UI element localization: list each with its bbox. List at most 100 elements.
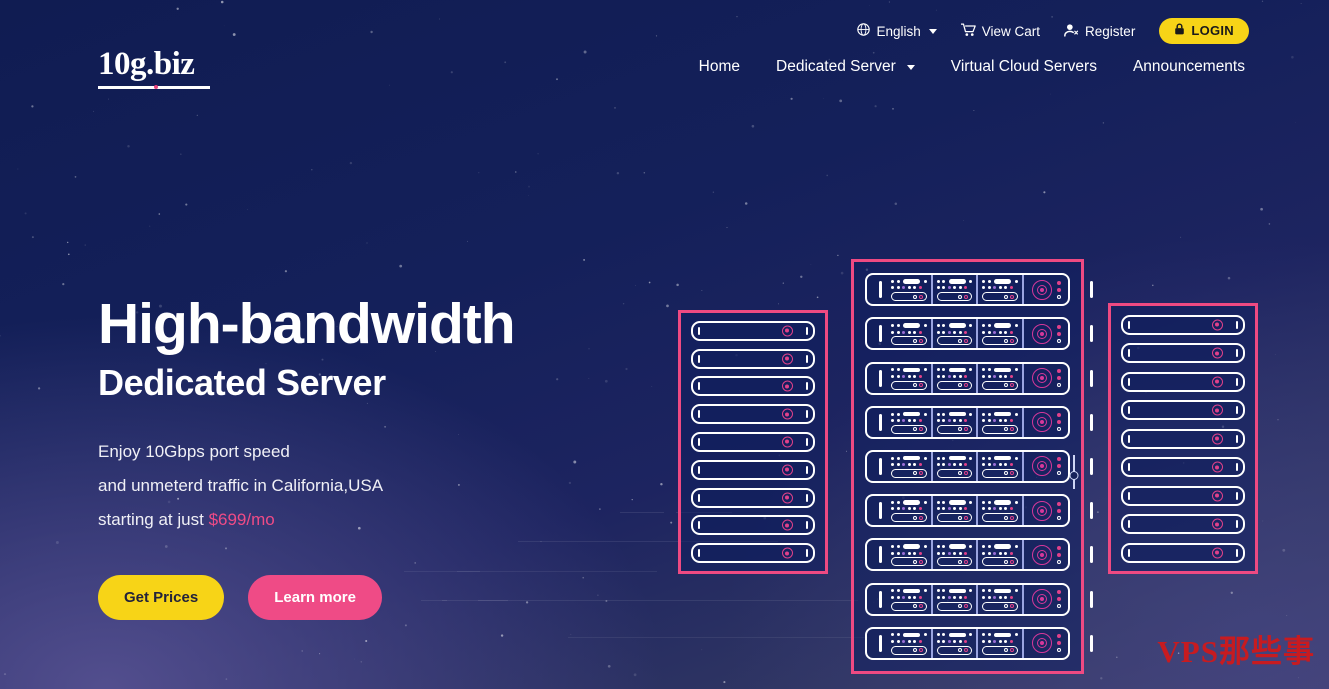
server-bay: [931, 363, 978, 393]
site-logo[interactable]: 10g.biz: [98, 48, 210, 89]
fan-icon: [1031, 279, 1052, 300]
server-unit: [1121, 314, 1245, 335]
server-bay: [887, 363, 932, 393]
server-unit: [865, 538, 1093, 572]
lock-icon: [1174, 23, 1185, 38]
server-dial-icon: [1211, 404, 1223, 416]
get-prices-button[interactable]: Get Prices: [98, 574, 225, 620]
language-selector[interactable]: English: [857, 23, 937, 39]
drive-slot: [891, 513, 927, 523]
register-link[interactable]: Register: [1064, 23, 1135, 40]
server-unit: [691, 376, 815, 397]
led-row: [891, 632, 927, 638]
main-navigation: Home Dedicated Server Virtual Cloud Serv…: [699, 58, 1245, 76]
rack-handle: [1089, 546, 1093, 564]
fan-module: [1022, 584, 1085, 614]
server-bays: [887, 275, 1023, 305]
rack-handle: [1089, 634, 1093, 652]
nav-item-dedicated-server[interactable]: Dedicated Server: [776, 58, 915, 76]
led-row: [936, 279, 973, 284]
fan-icon: [1031, 412, 1052, 433]
led-row: [982, 544, 1018, 549]
server-bay: [931, 540, 978, 570]
fan-icon: [1031, 589, 1052, 609]
nav-label: Dedicated Server: [776, 58, 896, 75]
led-row: [891, 455, 927, 461]
rack-handle: [879, 325, 883, 343]
led-row: [891, 367, 927, 373]
server-unit: [865, 273, 1093, 307]
server-bay: [887, 319, 932, 349]
server-unit: [691, 348, 815, 369]
globe-icon: [857, 23, 871, 39]
server-unit: [691, 515, 815, 536]
nav-item-virtual-cloud-servers[interactable]: Virtual Cloud Servers: [951, 58, 1097, 76]
server-bay: [887, 628, 932, 658]
led-row: [982, 463, 1018, 467]
fan-module: [1022, 628, 1085, 658]
led-row: [891, 595, 927, 599]
status-dots: [1056, 545, 1061, 564]
server-unit: [865, 449, 1093, 483]
view-cart-link[interactable]: View Cart: [960, 23, 1040, 40]
led-row: [982, 588, 1018, 593]
rack-handle: [1089, 281, 1093, 299]
fan-module: [1022, 275, 1085, 305]
server-dial-icon: [781, 325, 793, 337]
led-row: [982, 411, 1018, 417]
fan-icon: [1031, 456, 1052, 477]
server-bay: [977, 540, 1023, 570]
server-bay: [887, 584, 932, 614]
server-bay: [977, 451, 1023, 481]
server-unit: [1121, 457, 1245, 477]
server-bays: [887, 540, 1023, 570]
led-row: [891, 411, 927, 417]
server-bay: [931, 628, 978, 658]
drive-slot: [891, 424, 927, 434]
server-dial-icon: [781, 519, 793, 531]
drive-slot: [891, 292, 927, 302]
watermark: VPS那些事: [1157, 634, 1315, 669]
nav-label: Announcements: [1132, 58, 1245, 75]
status-dots: [1056, 280, 1061, 299]
led-row: [936, 367, 973, 373]
drive-slot: [982, 557, 1018, 567]
server-unit: [1121, 400, 1245, 420]
led-row: [936, 551, 973, 555]
led-row: [936, 323, 973, 328]
led-row: [982, 374, 1018, 378]
rack-handle: [879, 590, 883, 608]
server-bay: [887, 496, 932, 526]
learn-more-button[interactable]: Learn more: [248, 574, 382, 620]
drive-slot: [936, 292, 973, 302]
server-bays: [887, 319, 1023, 349]
nav-label: Virtual Cloud Servers: [950, 58, 1097, 75]
nav-item-home[interactable]: Home: [699, 58, 740, 76]
led-row: [891, 507, 927, 511]
drive-slot: [891, 557, 927, 567]
led-row: [891, 279, 927, 284]
rack-handle: [1089, 590, 1093, 608]
chevron-down-icon: [906, 64, 915, 70]
login-button[interactable]: LOGIN: [1159, 18, 1249, 44]
led-row: [891, 323, 927, 328]
server-bays: [887, 496, 1023, 526]
drive-slot: [982, 645, 1018, 655]
fan-module: [1022, 363, 1085, 393]
drive-slot: [982, 513, 1018, 523]
nav-item-announcements[interactable]: Announcements: [1133, 58, 1245, 76]
led-row: [982, 323, 1018, 328]
led-row: [936, 639, 973, 643]
led-row: [936, 507, 973, 511]
led-row: [891, 286, 927, 290]
server-unit: [1121, 542, 1245, 563]
language-label: English: [876, 23, 921, 39]
rack-units: [854, 262, 1093, 671]
led-row: [936, 419, 973, 422]
server-bay: [977, 496, 1023, 526]
led-row: [982, 279, 1018, 284]
server-bay: [887, 407, 932, 437]
hero-description-line-1: Enjoy 10Gbps port speed: [98, 441, 290, 461]
server-unit: [691, 487, 815, 508]
status-dots: [1056, 590, 1061, 608]
